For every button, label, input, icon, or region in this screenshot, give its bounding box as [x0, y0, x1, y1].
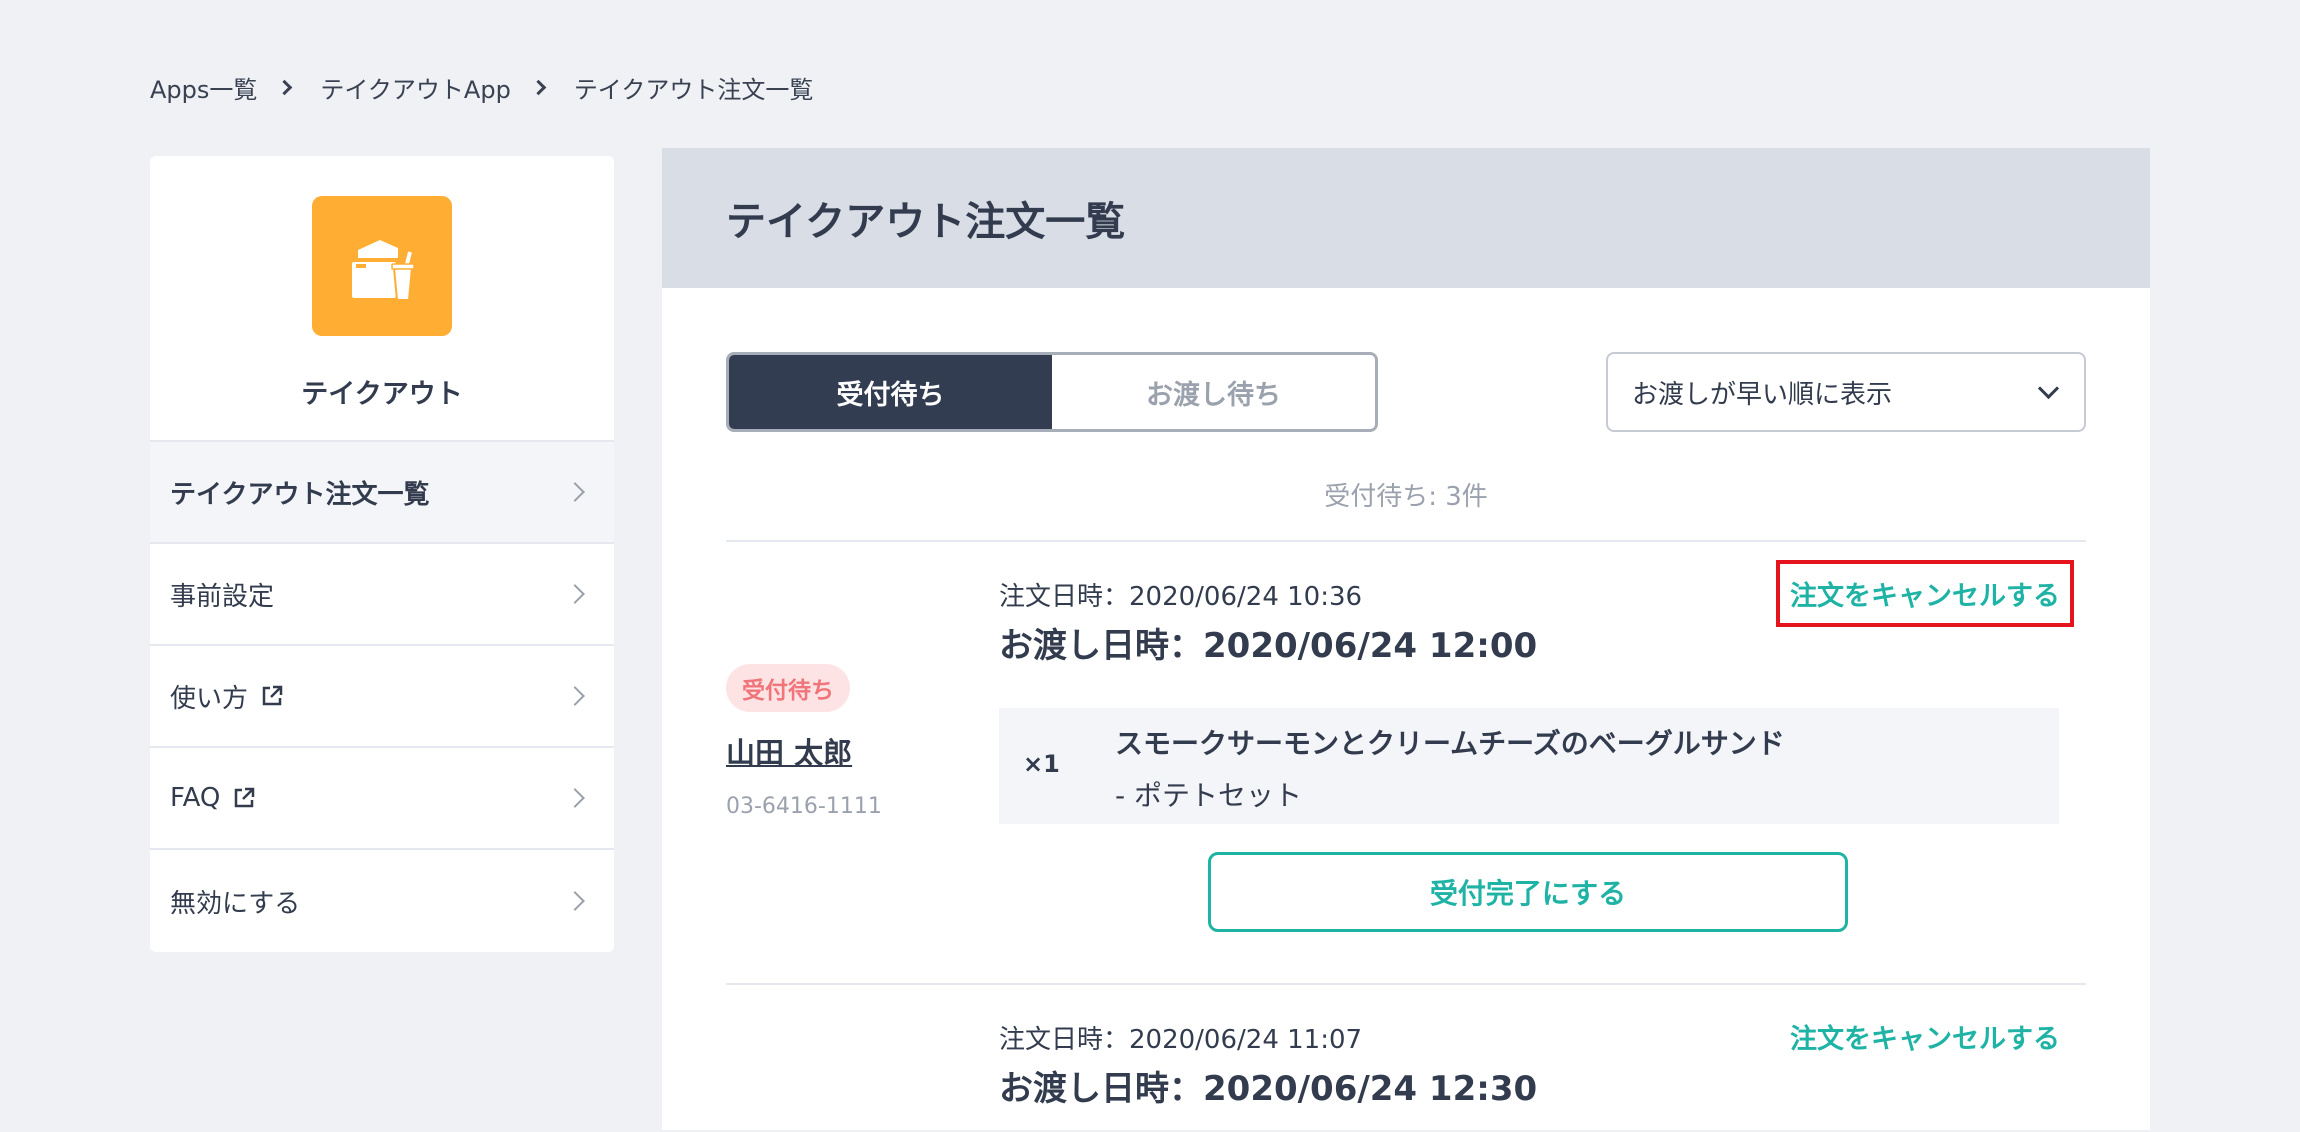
tab-awaiting-handover[interactable]: お渡し待ち — [1052, 355, 1375, 429]
item-option: - ポテトセット — [1115, 779, 1303, 812]
order-card: 注文日時：2020/06/24 11:07 お渡し日時：2020/06/24 1… — [726, 985, 2086, 1130]
breadcrumb-current-page: テイクアウト注文一覧 — [573, 76, 814, 104]
chevron-right-icon — [565, 891, 585, 911]
item-quantity: ×1 — [1023, 750, 1060, 778]
external-link-icon — [232, 786, 256, 810]
chevron-right-icon — [565, 584, 585, 604]
sidebar: テイクアウト テイクアウト注文一覧 事前設定 使い方 FAQ 無効にする — [150, 156, 614, 952]
takeout-bag-drink-icon — [312, 196, 452, 336]
chevron-right-icon — [565, 686, 585, 706]
chevron-right-icon — [530, 79, 547, 96]
order-count: 受付待ち: 3件 — [1324, 482, 1488, 512]
app-header: テイクアウト — [150, 156, 614, 442]
sidebar-item-label: テイクアウト注文一覧 — [170, 479, 430, 510]
customer-name-link[interactable]: 山田 太郎 — [726, 730, 852, 772]
chevron-right-icon — [565, 482, 585, 502]
page-title: テイクアウト注文一覧 — [726, 199, 1126, 245]
item-name: スモークサーモンとクリームチーズのベーグルサンド — [1115, 727, 1785, 760]
pickup-datetime: お渡し日時：2020/06/24 12:30 — [999, 1069, 1538, 1109]
order-controls: 受付待ち お渡し待ち お渡しが早い順に表示 — [726, 352, 2086, 432]
sidebar-item-label: 使い方 — [170, 683, 249, 714]
chevron-right-icon — [565, 788, 585, 808]
order-datetime: 注文日時：2020/06/24 10:36 — [999, 582, 1363, 612]
status-tab-group: 受付待ち お渡し待ち — [726, 352, 1378, 432]
sidebar-item-how-to-use[interactable]: 使い方 — [150, 646, 614, 748]
customer-phone: 03-6416-1111 — [726, 794, 882, 819]
breadcrumb: Apps一覧 テイクアウトApp テイクアウト注文一覧 — [150, 70, 813, 105]
chevron-right-icon — [277, 79, 293, 96]
sidebar-item-label: FAQ — [170, 783, 221, 813]
app-name: テイクアウト — [301, 379, 463, 410]
sidebar-item-label: 事前設定 — [170, 581, 275, 612]
cancel-order-link[interactable]: 注文をキャンセルする — [1790, 1017, 2060, 1056]
sidebar-item-faq[interactable]: FAQ — [150, 748, 614, 850]
main-header: テイクアウト注文一覧 — [662, 148, 2150, 288]
accept-order-button[interactable]: 受付完了にする — [1208, 852, 1848, 932]
sidebar-item-pre-settings[interactable]: 事前設定 — [150, 544, 614, 646]
order-item: ×1 スモークサーモンとクリームチーズのベーグルサンド - ポテトセット — [999, 708, 2059, 824]
tab-awaiting-acceptance[interactable]: 受付待ち — [729, 355, 1052, 429]
main-panel: テイクアウト注文一覧 受付待ち お渡し待ち お渡しが早い順に表示 受付待ち: 3… — [662, 148, 2150, 1130]
sidebar-item-disable[interactable]: 無効にする — [150, 850, 614, 952]
breadcrumb-apps-list[interactable]: Apps一覧 — [150, 70, 257, 105]
breadcrumb-takeout-app[interactable]: テイクアウトApp — [320, 70, 510, 105]
external-link-icon — [260, 684, 284, 708]
status-badge: 受付待ち — [726, 664, 850, 712]
chevron-down-icon — [2037, 377, 2060, 399]
cancel-order-link[interactable]: 注文をキャンセルする — [1776, 560, 2074, 627]
sidebar-item-label: 無効にする — [170, 888, 301, 919]
order-datetime: 注文日時：2020/06/24 11:07 — [999, 1025, 1363, 1055]
sidebar-item-takeout-orders[interactable]: テイクアウト注文一覧 — [150, 442, 614, 544]
sort-order-value: お渡しが早い順に表示 — [1632, 379, 1893, 410]
pickup-datetime: お渡し日時：2020/06/24 12:00 — [999, 626, 1538, 666]
sort-order-select[interactable]: お渡しが早い順に表示 — [1606, 352, 2086, 432]
